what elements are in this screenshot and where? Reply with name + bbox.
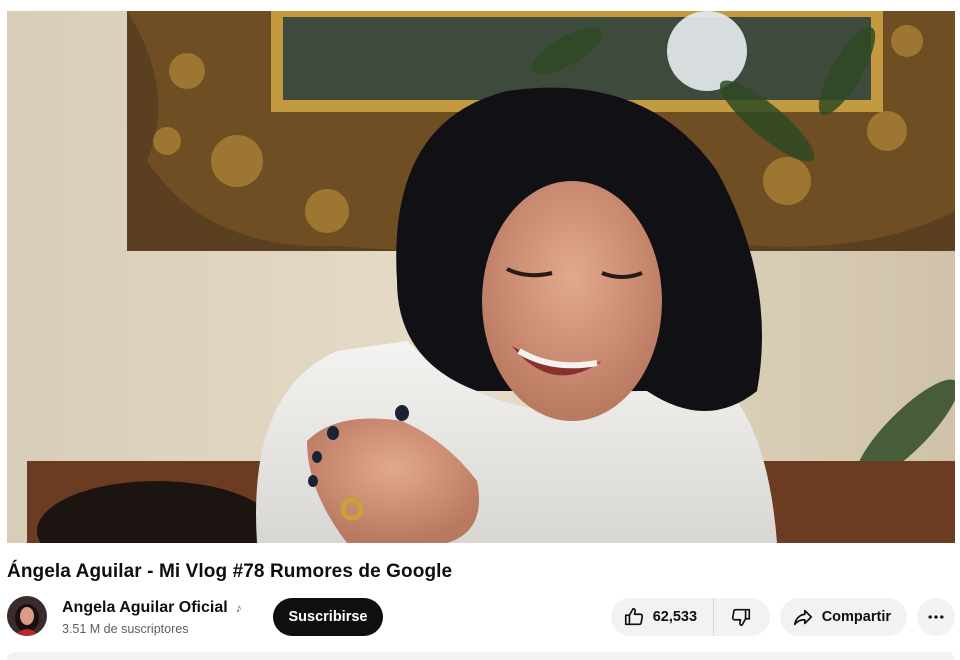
share-label: Compartir	[821, 609, 891, 625]
subscriber-count: 3.51 M de suscriptores	[62, 622, 189, 636]
more-actions-button[interactable]	[917, 598, 955, 636]
video-player[interactable]	[7, 11, 955, 543]
like-count: 62,533	[652, 609, 698, 625]
dislike-button[interactable]	[714, 598, 767, 636]
thumbs-down-icon	[730, 606, 752, 628]
subscribe-button[interactable]: Suscribirse	[273, 598, 383, 636]
share-arrow-icon	[792, 606, 814, 628]
thumbs-up-icon	[623, 606, 645, 628]
video-frame	[7, 11, 955, 543]
share-button[interactable]: Compartir	[779, 598, 907, 636]
channel-name: Angela Aguilar Oficial	[62, 599, 228, 616]
channel-owner: Angela Aguilar Oficial ♪ 3.51 M de suscr…	[7, 596, 407, 640]
music-note-icon: ♪	[235, 601, 242, 615]
channel-name-link[interactable]: Angela Aguilar Oficial ♪	[62, 599, 242, 617]
video-title: Ángela Aguilar - Mi Vlog #78 Rumores de …	[7, 561, 453, 582]
description-box-top	[7, 652, 955, 660]
more-horiz-icon	[926, 607, 946, 627]
channel-avatar[interactable]	[7, 596, 47, 636]
video-actions: 62,533 Compartir	[610, 598, 955, 638]
like-dislike-group: 62,533	[610, 598, 770, 636]
like-button[interactable]: 62,533	[611, 598, 715, 636]
